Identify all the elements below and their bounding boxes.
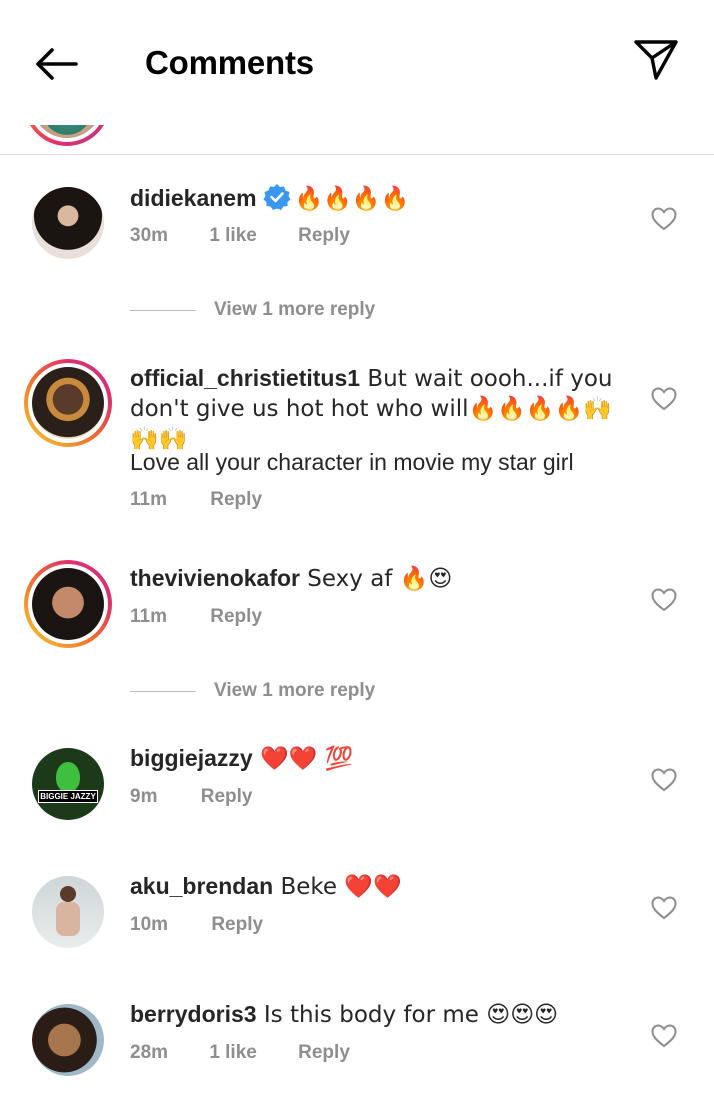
reply-button[interactable]: Reply [211, 914, 263, 936]
like-heart-icon[interactable] [651, 1024, 677, 1048]
comment-meta: 28m 1 like Reply [130, 1042, 350, 1064]
comment-meta: 30m 1 like Reply [130, 225, 350, 247]
app-header: Comments [0, 0, 714, 125]
avatar-thevivienokafor[interactable] [24, 560, 112, 648]
reply-button[interactable]: Reply [298, 225, 350, 247]
comment-aku-brendan: aku_brendan Beke ❤️❤️ [130, 872, 630, 902]
comment-official-christietitus1: official_christietitus1 But wait oooh...… [130, 364, 630, 454]
reply-button[interactable]: Reply [210, 606, 262, 628]
comment-meta: 11m Reply [130, 489, 262, 511]
reply-button[interactable]: Reply [210, 489, 262, 511]
comment-username[interactable]: berrydoris3 [130, 1001, 257, 1027]
thread-line [130, 310, 196, 311]
comment-body: ❤️❤️ 💯 [252, 746, 354, 772]
thread-line [130, 691, 196, 692]
like-heart-icon[interactable] [651, 768, 677, 792]
avatar-brand-text: BIGGIE JAZZY [38, 790, 98, 803]
view-more-label[interactable]: View 1 more reply [214, 680, 375, 702]
like-heart-icon[interactable] [651, 387, 677, 411]
avatar-didiekanem[interactable] [32, 187, 104, 259]
like-heart-icon[interactable] [651, 207, 677, 231]
avatar-aku-brendan[interactable] [32, 876, 104, 948]
comment-username[interactable]: biggiejazzy [130, 745, 253, 771]
verified-badge-icon [263, 184, 291, 210]
like-heart-icon[interactable] [651, 588, 677, 612]
comment-body: Beke ❤️❤️ [273, 874, 402, 900]
comment-thevivienokafor: thevivienokafor Sexy af 🔥😍 [130, 564, 630, 594]
comment-didiekanem: didiekanem 🔥🔥🔥🔥 [130, 183, 630, 214]
comment-username[interactable]: official_christietitus1 [130, 365, 360, 391]
likes-count[interactable]: 1 like [209, 225, 257, 247]
view-more-label[interactable]: View 1 more reply [214, 299, 375, 321]
back-arrow-icon[interactable] [28, 40, 84, 88]
comment-username[interactable]: aku_brendan [130, 873, 273, 899]
comment-meta: 11m Reply [130, 606, 262, 628]
likes-count[interactable]: 1 like [209, 1042, 257, 1064]
comment-time: 28m [130, 1042, 169, 1063]
comment-meta: 9m Reply [130, 786, 253, 808]
reply-button[interactable]: Reply [201, 786, 253, 808]
header-divider [0, 154, 714, 155]
comment-time: 11m [130, 606, 167, 627]
comment-body-line2: Love all your character in movie my star… [130, 449, 574, 475]
reply-button[interactable]: Reply [298, 1042, 350, 1064]
avatar-biggiejazzy[interactable]: BIGGIE JAZZY [32, 748, 104, 820]
comment-body: 🔥🔥🔥🔥 [294, 186, 410, 212]
paper-plane-icon[interactable] [628, 36, 684, 84]
comment-body: Is this body for me 😍😍😍 [256, 1002, 559, 1028]
avatar-berrydoris3[interactable] [32, 1004, 104, 1076]
comment-time: 11m [130, 489, 167, 510]
comment-meta: 10m Reply [130, 914, 263, 936]
comment-username[interactable]: thevivienokafor [130, 565, 300, 591]
comment-time: 9m [130, 786, 158, 807]
comment-time: 10m [130, 914, 169, 935]
comment-biggiejazzy: biggiejazzy ❤️❤️ 💯 [130, 744, 630, 774]
comment-body: Sexy af 🔥😍 [300, 566, 453, 592]
comment-berrydoris3: berrydoris3 Is this body for me 😍😍😍 [130, 1000, 630, 1030]
avatar-official-christietitus1[interactable] [24, 359, 112, 447]
page-title: Comments [145, 44, 314, 81]
comment-username[interactable]: didiekanem [130, 185, 257, 211]
comment-time: 30m [130, 225, 169, 246]
like-heart-icon[interactable] [651, 896, 677, 920]
